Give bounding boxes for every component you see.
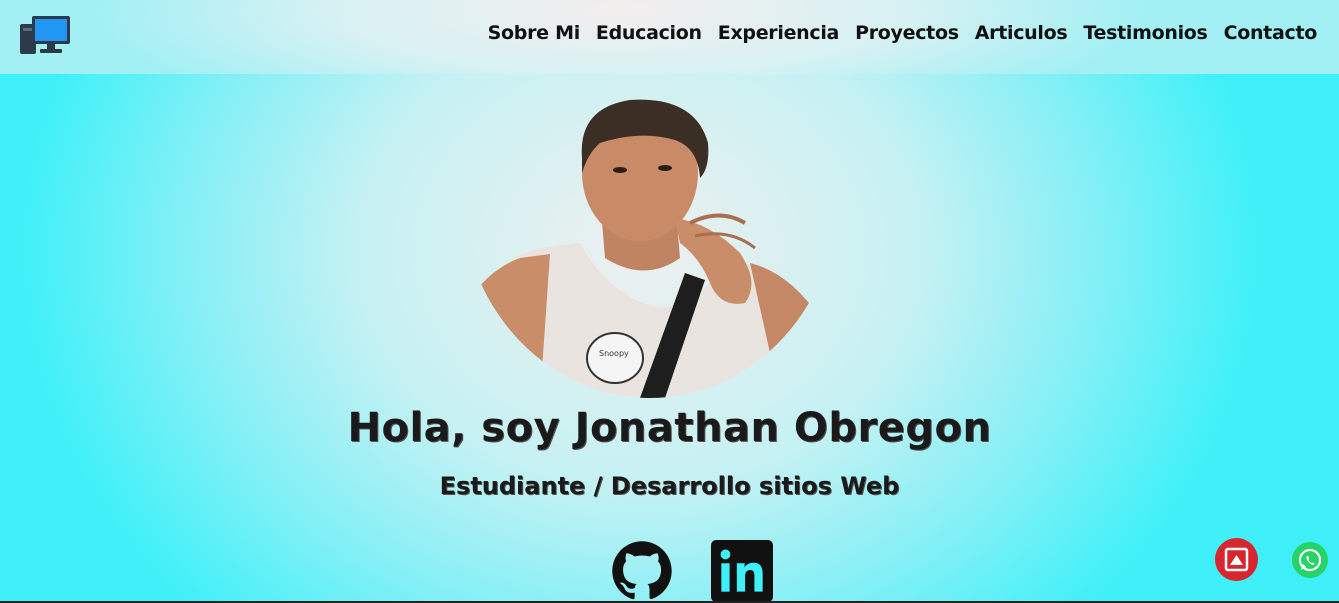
hero-title: Hola, soy Jonathan Obregon — [347, 405, 992, 451]
whatsapp-icon — [1292, 542, 1328, 578]
github-icon[interactable] — [611, 540, 673, 602]
svg-text:Snoopy: Snoopy — [599, 349, 629, 358]
nav-articulos[interactable]: Articulos — [975, 22, 1068, 44]
hero-subtitle: Estudiante / Desarrollo sitios Web — [439, 472, 900, 500]
profile-photo: Snoopy — [460, 58, 840, 398]
nav-sobre-mi[interactable]: Sobre Mi — [488, 22, 581, 44]
nav-experiencia[interactable]: Experiencia — [718, 22, 840, 44]
nav-testimonios[interactable]: Testimonios — [1083, 22, 1207, 44]
desktop-computer-icon[interactable] — [20, 16, 72, 54]
whatsapp-button[interactable] — [1292, 537, 1328, 583]
nav-proyectos[interactable]: Proyectos — [855, 22, 959, 44]
nav-contacto[interactable]: Contacto — [1224, 22, 1318, 44]
image-up-icon — [1224, 547, 1249, 572]
scroll-top-button[interactable] — [1215, 538, 1258, 581]
nav-educacion[interactable]: Educacion — [596, 22, 702, 44]
linkedin-icon[interactable] — [711, 540, 773, 602]
main-nav: Sobre Mi Educacion Experiencia Proyectos… — [488, 22, 1318, 44]
